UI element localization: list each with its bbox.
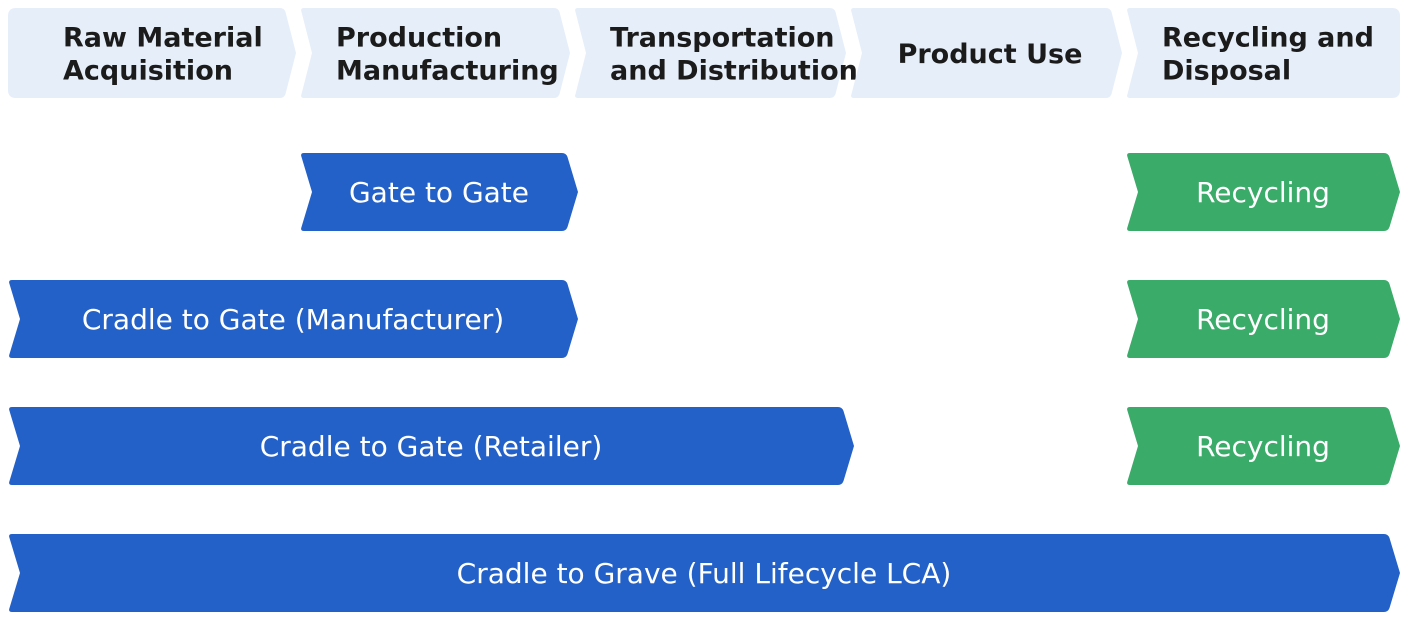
bar-label: Gate to Gate: [349, 176, 529, 209]
bar-label: Recycling: [1196, 176, 1330, 209]
bar-label: Recycling: [1196, 430, 1330, 463]
stage-label: and Distribution: [610, 56, 858, 87]
stage-label: Acquisition: [63, 56, 233, 87]
bar-label: Cradle to Gate (Retailer): [260, 430, 603, 463]
stage-header: Raw MaterialAcquisition: [8, 8, 296, 98]
scope-bar: Cradle to Gate (Retailer): [8, 407, 854, 485]
scope-row: Cradle to Gate (Retailer) Recycling: [8, 407, 1400, 485]
stage-label: Transportation: [610, 23, 835, 54]
stage-header: ProductionManufacturing: [300, 8, 570, 98]
stage-label: Product Use: [898, 39, 1083, 70]
stage-label: Raw Material: [63, 23, 263, 54]
scope-row: Cradle to Gate (Manufacturer) Recycling: [8, 280, 1400, 358]
bar-label: Cradle to Gate (Manufacturer): [82, 303, 504, 336]
lca-scope-diagram: Raw MaterialAcquisitionProductionManufac…: [8, 8, 1400, 612]
stage-label: Recycling and: [1162, 23, 1374, 54]
bar-label: Cradle to Grave (Full Lifecycle LCA): [457, 557, 952, 590]
stage-label: Manufacturing: [336, 56, 559, 87]
scope-row: Cradle to Grave (Full Lifecycle LCA): [8, 534, 1400, 612]
stage-label: Disposal: [1162, 56, 1291, 87]
scope-bar: Cradle to Gate (Manufacturer): [8, 280, 578, 358]
stage-label: Production: [336, 23, 502, 54]
stage-header: Product Use: [850, 8, 1122, 98]
scope-bar: Gate to Gate: [300, 153, 578, 231]
bar-label: Recycling: [1196, 303, 1330, 336]
recycling-bar: Recycling: [1126, 280, 1400, 358]
scope-bar: Cradle to Grave (Full Lifecycle LCA): [8, 534, 1400, 612]
stage-header: Transportationand Distribution: [574, 8, 858, 98]
recycling-bar: Recycling: [1126, 407, 1400, 485]
scope-row: Gate to Gate Recycling: [300, 153, 1400, 231]
stage-header: Recycling andDisposal: [1126, 8, 1400, 98]
recycling-bar: Recycling: [1126, 153, 1400, 231]
